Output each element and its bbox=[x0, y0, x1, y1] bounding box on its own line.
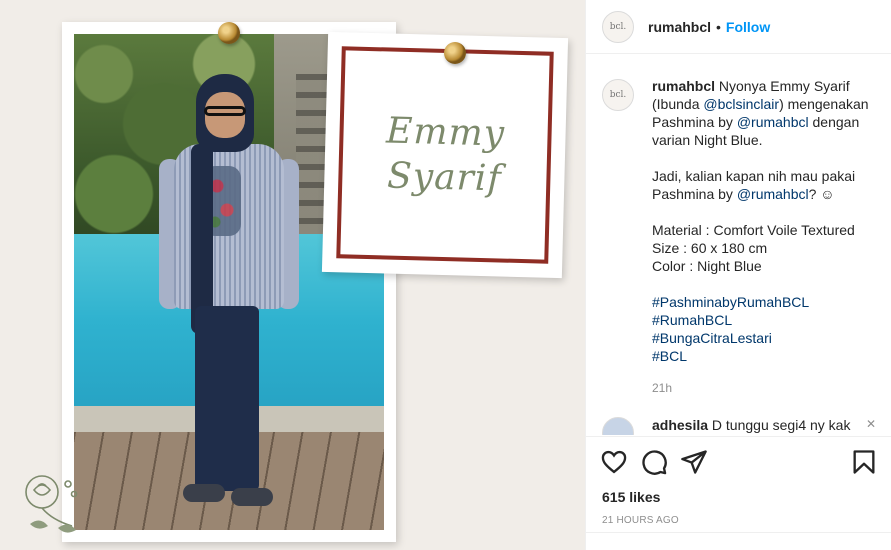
caption-color: Color : Night Blue bbox=[652, 258, 762, 274]
pushpin-icon bbox=[444, 42, 466, 64]
comments-area[interactable]: bcl. rumahbcl Nyonya Emmy Syarif (Ibunda… bbox=[586, 55, 891, 435]
hashtag-link[interactable]: #BCL bbox=[652, 347, 872, 365]
shoe-right bbox=[231, 488, 273, 506]
woman-figure bbox=[159, 74, 299, 514]
commenter-avatar[interactable] bbox=[602, 417, 634, 435]
avatar-text: bcl. bbox=[609, 90, 627, 100]
caption-avatar[interactable]: bcl. bbox=[602, 79, 634, 111]
profile-avatar[interactable]: bcl. bbox=[602, 10, 634, 43]
name-line-2: Syarif bbox=[386, 155, 503, 200]
add-comment-bar[interactable] bbox=[586, 532, 891, 550]
caption-size: Size : 60 x 180 cm bbox=[652, 240, 768, 256]
pushpin-icon bbox=[218, 22, 240, 44]
caption-paragraph-2: Jadi, kalian kapan nih mau pakai Pashmin… bbox=[652, 167, 872, 203]
header-separator: • bbox=[716, 18, 721, 35]
follow-button[interactable]: Follow bbox=[726, 19, 770, 35]
mention-link[interactable]: @bclsinclair bbox=[703, 96, 779, 112]
likes-count[interactable]: 615 likes bbox=[602, 489, 878, 505]
post-sidebar: bcl. rumahbcl • Follow bcl. rumahbcl Nyo… bbox=[585, 0, 891, 550]
name-line-1: Emmy bbox=[385, 110, 506, 155]
comment-body: D tunggu segi4 ny kak bbox=[708, 417, 851, 433]
name-card-border: Emmy Syarif bbox=[336, 46, 554, 264]
close-icon[interactable]: ✕ bbox=[866, 417, 876, 431]
hashtag-link[interactable]: #PashminabyRumahBCL bbox=[652, 293, 872, 311]
comment-icon[interactable] bbox=[640, 448, 668, 476]
header-username[interactable]: rumahbcl bbox=[648, 19, 711, 35]
post-date[interactable]: 21 HOURS AGO bbox=[602, 515, 878, 526]
action-icons bbox=[600, 447, 878, 477]
post-header: bcl. rumahbcl • Follow bbox=[586, 0, 891, 54]
comment-item: adhesila D tunggu segi4 ny kak ✕ bbox=[602, 417, 876, 435]
post-image[interactable]: Emmy Syarif bbox=[0, 0, 585, 550]
avatar-text: bcl. bbox=[609, 21, 627, 32]
share-icon[interactable] bbox=[680, 448, 708, 476]
heart-icon[interactable] bbox=[600, 448, 628, 476]
mention-link[interactable]: @rumahbcl bbox=[737, 186, 809, 202]
hashtag-link[interactable]: #BungaCitraLestari bbox=[652, 329, 872, 347]
mention-link[interactable]: @rumahbcl bbox=[737, 114, 809, 130]
caption-time[interactable]: 21h bbox=[652, 379, 872, 397]
caption-material: Material : Comfort Voile Textured bbox=[652, 222, 855, 238]
caption-text: ? ☺ bbox=[808, 186, 835, 202]
jeans bbox=[195, 306, 259, 491]
hashtag-link[interactable]: #RumahBCL bbox=[652, 311, 872, 329]
glasses bbox=[204, 106, 246, 116]
shoe-left bbox=[183, 484, 225, 502]
comment-username[interactable]: adhesila bbox=[652, 417, 708, 433]
caption-paragraph-1: rumahbcl Nyonya Emmy Syarif (Ibunda @bcl… bbox=[652, 77, 872, 149]
bookmark-icon[interactable] bbox=[850, 448, 878, 476]
caption: bcl. rumahbcl Nyonya Emmy Syarif (Ibunda… bbox=[602, 77, 876, 397]
name-card: Emmy Syarif bbox=[321, 31, 569, 279]
rose-drawing-icon bbox=[25, 475, 78, 533]
caption-username[interactable]: rumahbcl bbox=[652, 78, 715, 94]
caption-body: rumahbcl Nyonya Emmy Syarif (Ibunda @bcl… bbox=[652, 77, 872, 397]
comment-text: adhesila D tunggu segi4 ny kak bbox=[652, 417, 850, 433]
